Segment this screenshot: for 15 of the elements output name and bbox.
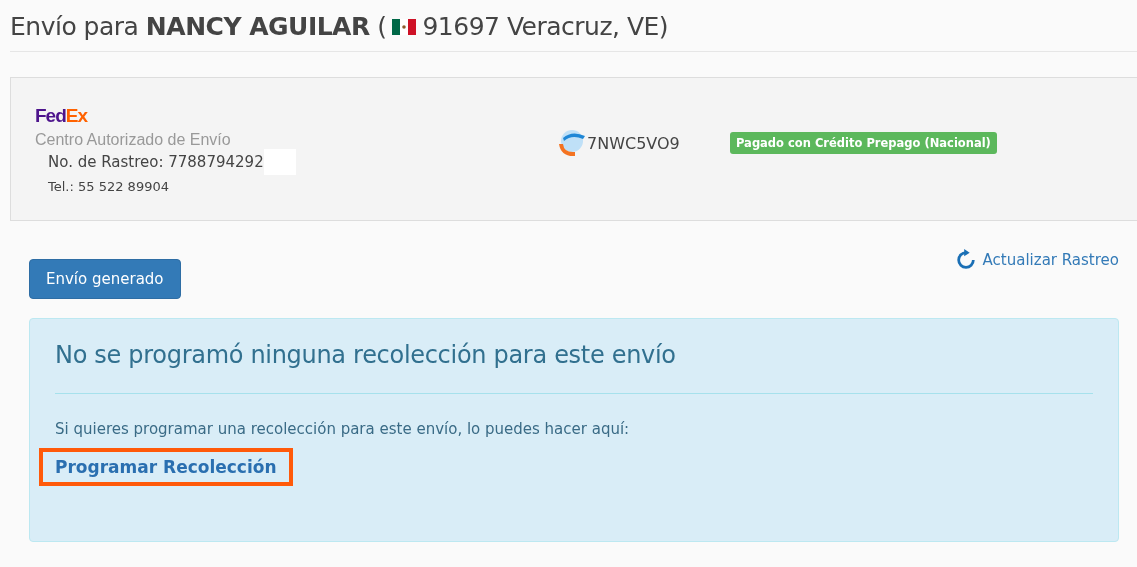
- schedule-pickup-link[interactable]: Programar Recolección: [39, 448, 293, 486]
- page-title-text: Envío para NANCY AGUILAR (: [10, 12, 387, 41]
- carrier-subtitle: Centro Autorizado de Envío: [35, 130, 232, 149]
- guide-code: 7NWC5VO9: [587, 133, 680, 153]
- carrier-logo: FedEx: [35, 104, 88, 127]
- phone-number: Tel.: 55 522 89904: [48, 178, 170, 194]
- tracking-number: No. de Rastreo: 7788794292: [48, 152, 264, 171]
- status-button[interactable]: Envío generado: [29, 259, 181, 299]
- location-text: 91697 Veracruz, VE): [422, 12, 669, 41]
- flag-icon: [392, 18, 417, 35]
- alert-heading: No se programó ninguna recolección para este envío: [55, 341, 677, 369]
- refresh-link[interactable]: Actualizar Rastreo: [954, 249, 1119, 271]
- refresh-icon: [954, 249, 977, 271]
- payment-badge: Pagado con Crédito Prepago (Nacional): [730, 132, 997, 154]
- alert-text: Si quieres programar una recolección para este envío, lo puedes hacer aquí:: [55, 420, 631, 438]
